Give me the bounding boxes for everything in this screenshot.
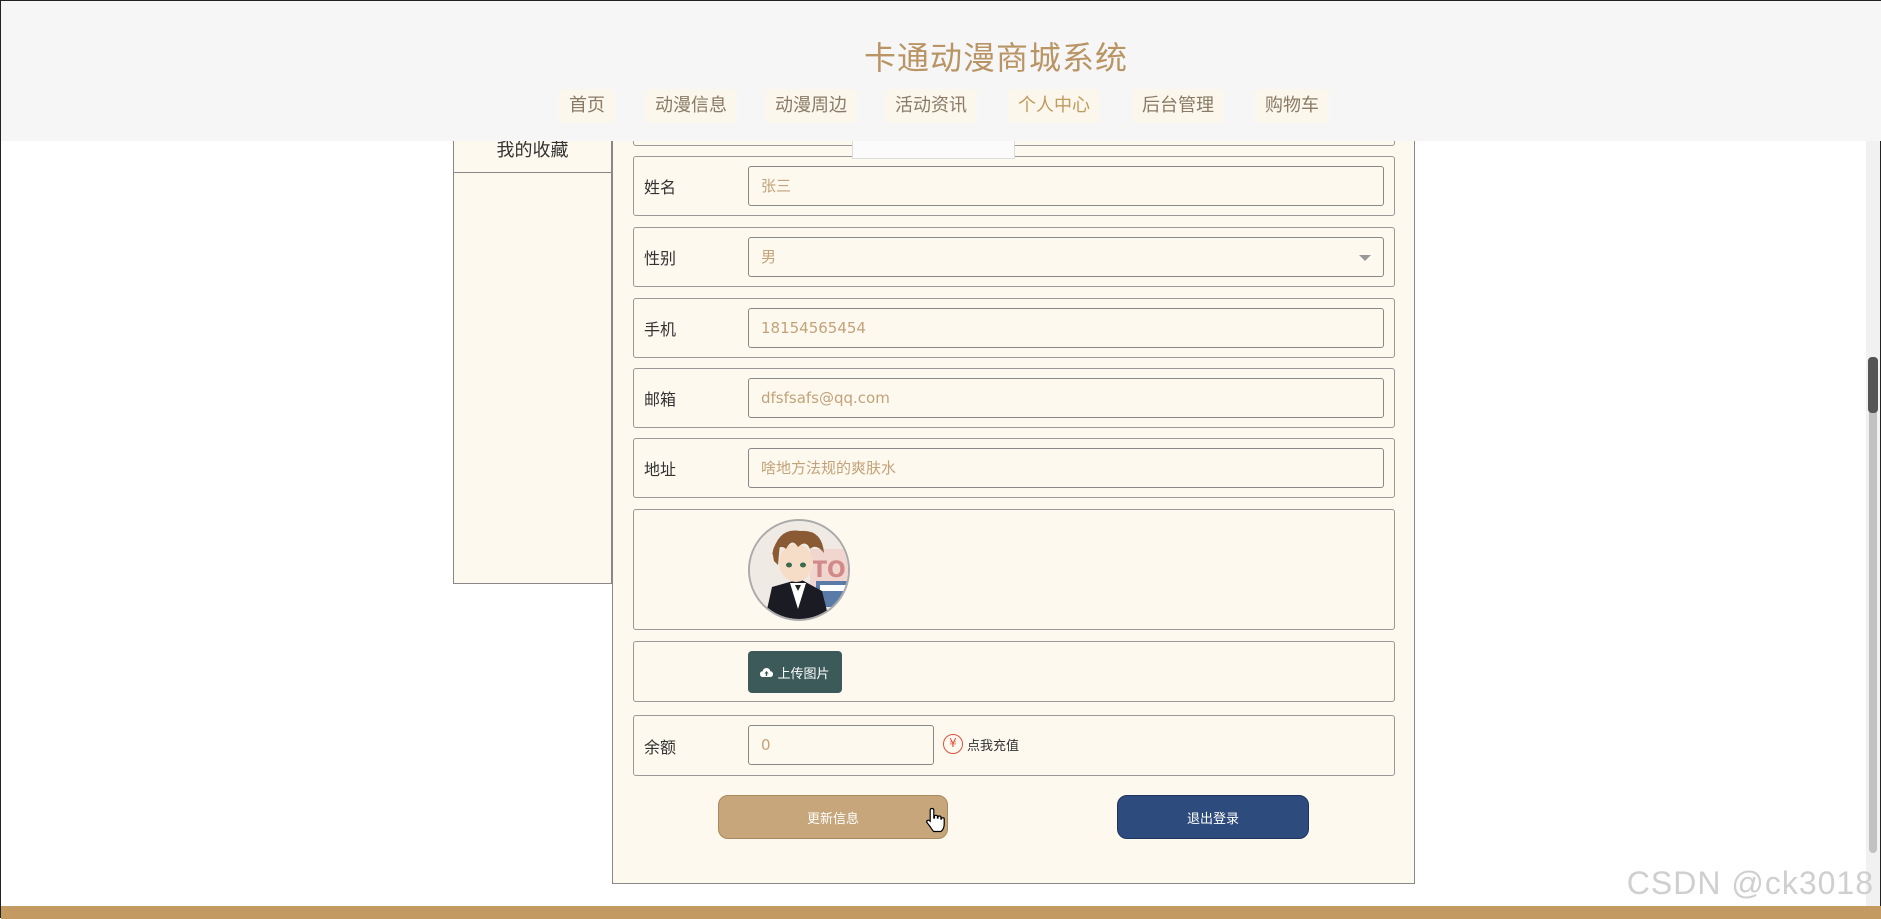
profile-form: 姓名 张三 性别 男 手机 18154565454 邮箱 dfsfsafs@qq…	[612, 131, 1415, 884]
name-label: 姓名	[644, 178, 677, 197]
form-row-email: 邮箱 dfsfsafs@qq.com	[633, 368, 1395, 428]
address-label: 地址	[644, 460, 677, 479]
site-header: 卡通动漫商城系统 首页 动漫信息 动漫周边 活动资讯 个人中心 后台管理 购物车	[1, 1, 1881, 141]
gender-select-value: 男	[761, 248, 777, 266]
update-info-button[interactable]: 更新信息	[718, 795, 948, 839]
browser-viewport: 卡通动漫商城系统 首页 动漫信息 动漫周边 活动资讯 个人中心 后台管理 购物车…	[0, 0, 1881, 919]
upload-image-button[interactable]: 上传图片	[748, 651, 842, 693]
balance-input[interactable]: 0	[748, 725, 934, 765]
gender-select[interactable]: 男	[748, 237, 1384, 277]
address-input[interactable]: 啥地方法规的爽肤水	[748, 448, 1384, 488]
form-row-phone: 手机 18154565454	[633, 298, 1395, 358]
tooltip-remnant	[852, 141, 1015, 159]
gender-label: 性别	[644, 249, 677, 268]
sidebar: 我的收藏	[453, 141, 612, 584]
main-nav: 首页 动漫信息 动漫周边 活动资讯 个人中心 后台管理 购物车	[1, 89, 1881, 123]
yen-icon: ¥	[943, 734, 963, 754]
chevron-down-icon	[1359, 255, 1371, 261]
scroll-thumb[interactable]	[1869, 357, 1877, 853]
nav-item-cart[interactable]: 购物车	[1255, 89, 1329, 123]
email-input[interactable]: dfsfsafs@qq.com	[748, 378, 1384, 418]
nav-item-merch[interactable]: 动漫周边	[765, 89, 857, 123]
form-row-name: 姓名 张三	[633, 156, 1395, 216]
sidebar-item-favorites[interactable]: 我的收藏	[454, 141, 611, 173]
site-title: 卡通动漫商城系统	[863, 39, 1128, 77]
svg-text:TO: TO	[812, 558, 846, 583]
balance-label: 余额	[644, 737, 677, 757]
recharge-link[interactable]: ¥ 点我充值	[943, 734, 1019, 754]
upload-image-label: 上传图片	[777, 666, 830, 682]
email-label: 邮箱	[644, 390, 677, 409]
nav-item-home[interactable]: 首页	[559, 89, 615, 123]
phone-label: 手机	[644, 320, 677, 339]
form-row-gender: 性别 男	[633, 227, 1395, 287]
recharge-label: 点我充值	[967, 738, 1020, 754]
watermark: CSDN @ck3018	[1626, 865, 1874, 901]
nav-item-anime-info[interactable]: 动漫信息	[645, 89, 737, 123]
form-row-balance: 余额 0 ¥ 点我充值	[633, 715, 1395, 776]
footer-bar	[1, 906, 1881, 919]
avatar: TO	[748, 519, 850, 621]
logout-button[interactable]: 退出登录	[1117, 795, 1309, 839]
nav-item-admin[interactable]: 后台管理	[1132, 89, 1224, 123]
form-row-avatar: TO	[633, 509, 1395, 630]
form-row-address: 地址 啥地方法规的爽肤水	[633, 438, 1395, 498]
nav-item-news[interactable]: 活动资讯	[885, 89, 977, 123]
scroll-grip[interactable]	[1868, 357, 1878, 413]
form-row-upload: 上传图片	[633, 641, 1395, 702]
hand-cursor-icon	[926, 807, 945, 833]
name-input[interactable]: 张三	[748, 166, 1384, 206]
nav-item-profile[interactable]: 个人中心	[1008, 89, 1100, 123]
cloud-upload-icon	[760, 667, 774, 677]
phone-input[interactable]: 18154565454	[748, 308, 1384, 348]
